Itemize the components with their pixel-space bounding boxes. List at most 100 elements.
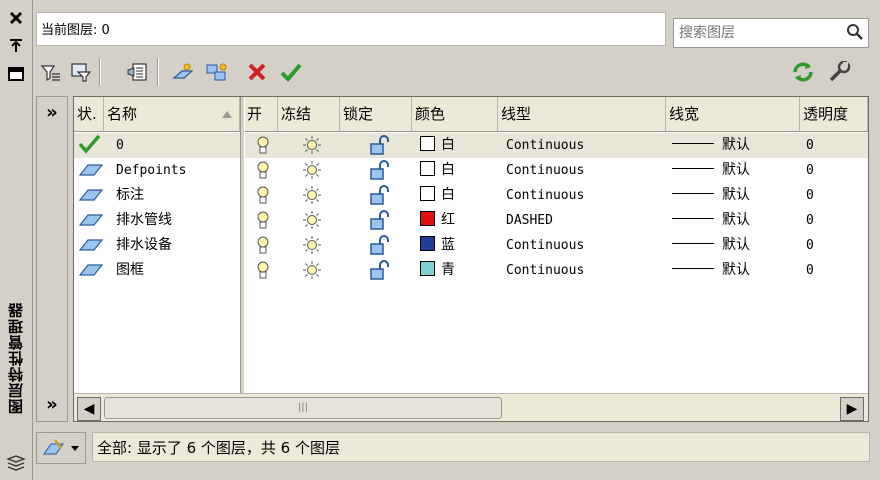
palette-title: 图层特性管理器 xyxy=(7,302,25,414)
table-row[interactable]: Defpoints 白 Continuous 默认 0 xyxy=(74,158,868,183)
col-status-header[interactable]: 状. xyxy=(74,97,104,131)
layer-linetype[interactable]: Continuous xyxy=(506,233,584,258)
thaw-sun-icon[interactable] xyxy=(302,135,322,160)
layer-color[interactable]: 白 xyxy=(420,183,455,208)
list-header: 状. 名称 开 冻结 锁定 颜色 线型 线宽 透明度 xyxy=(74,97,868,132)
layer-lineweight[interactable]: 默认 xyxy=(672,258,750,283)
filter-dropdown-button[interactable] xyxy=(36,432,86,464)
layer-transparency[interactable]: 0 xyxy=(806,183,814,208)
layer-lineweight[interactable]: 默认 xyxy=(672,183,750,208)
lightbulb-on-icon[interactable] xyxy=(256,135,270,160)
new-layer-icon[interactable] xyxy=(171,60,195,84)
layer-color[interactable]: 红 xyxy=(420,208,455,233)
layer-transparency[interactable]: 0 xyxy=(806,258,814,283)
search-input[interactable] xyxy=(677,22,841,44)
auto-hide-icon[interactable] xyxy=(6,36,26,56)
layer-name[interactable]: 图框 xyxy=(116,258,144,283)
layer-color[interactable]: 青 xyxy=(420,258,455,283)
layer-name[interactable]: 0 xyxy=(116,133,124,158)
current-layer-label: 当前图层: 0 xyxy=(41,23,110,38)
table-row[interactable]: 图框 青 Continuous 默认 0 xyxy=(74,258,868,283)
layer-transparency[interactable]: 0 xyxy=(806,133,814,158)
current-layer-display: 当前图层: 0 xyxy=(36,12,666,46)
color-name: 青 xyxy=(441,262,455,278)
col-name-header[interactable]: 名称 xyxy=(104,97,240,131)
col-freeze-header[interactable]: 冻结 xyxy=(278,97,340,131)
layer-lineweight[interactable]: 默认 xyxy=(672,158,750,183)
layer-linetype[interactable]: Continuous xyxy=(506,133,584,158)
col-on-header[interactable]: 开 xyxy=(244,97,278,131)
thaw-sun-icon[interactable] xyxy=(302,235,322,260)
expand-filter-tree-icon[interactable]: » xyxy=(41,101,63,123)
layer-name[interactable]: Defpoints xyxy=(116,158,186,183)
layer-lineweight[interactable]: 默认 xyxy=(672,133,750,158)
new-group-filter-icon[interactable] xyxy=(69,60,93,84)
color-swatch xyxy=(420,261,435,276)
delete-layer-icon[interactable] xyxy=(245,60,269,84)
scroll-left-icon[interactable]: ◀ xyxy=(77,397,101,421)
layer-linetype[interactable]: Continuous xyxy=(506,183,584,208)
new-property-filter-icon[interactable] xyxy=(39,60,63,84)
table-row[interactable]: 0 白 Continuous 默认 0 xyxy=(74,133,868,158)
color-name: 红 xyxy=(441,212,455,228)
layer-transparency[interactable]: 0 xyxy=(806,158,814,183)
expand-filter-tree-bottom-icon[interactable]: » xyxy=(41,393,63,415)
layer-linetype[interactable]: Continuous xyxy=(506,258,584,283)
status-text: 全部: 显示了 6 个图层，共 6 个图层 xyxy=(92,432,870,462)
lightbulb-on-icon[interactable] xyxy=(256,185,270,210)
layer-stack-icon xyxy=(6,452,26,472)
unlock-icon[interactable] xyxy=(368,184,392,209)
layer-linetype[interactable]: DASHED xyxy=(506,208,553,233)
lightbulb-on-icon[interactable] xyxy=(256,210,270,235)
properties-menu-icon[interactable] xyxy=(6,64,26,84)
refresh-icon[interactable] xyxy=(791,60,815,84)
col-linetype-header[interactable]: 线型 xyxy=(498,97,666,131)
layer-name[interactable]: 排水设备 xyxy=(116,233,172,258)
lightbulb-on-icon[interactable] xyxy=(256,235,270,260)
lineweight-value: 默认 xyxy=(722,212,750,228)
layer-name[interactable]: 标注 xyxy=(116,183,144,208)
thaw-sun-icon[interactable] xyxy=(302,185,322,210)
lineweight-sample xyxy=(672,218,714,219)
layer-lineweight[interactable]: 默认 xyxy=(672,233,750,258)
palette-title-bar[interactable]: 图层特性管理器 xyxy=(0,0,33,480)
horizontal-scrollbar[interactable]: ◀ ||| ▶ xyxy=(74,393,868,421)
settings-icon[interactable] xyxy=(827,60,851,84)
unlock-icon[interactable] xyxy=(368,159,392,184)
layer-color[interactable]: 白 xyxy=(420,133,455,158)
col-transparency-header[interactable]: 透明度 xyxy=(800,97,868,131)
col-lock-header[interactable]: 锁定 xyxy=(340,97,412,131)
layer-states-manager-icon[interactable] xyxy=(125,60,149,84)
lightbulb-on-icon[interactable] xyxy=(256,260,270,285)
thaw-sun-icon[interactable] xyxy=(302,160,322,185)
layer-color[interactable]: 蓝 xyxy=(420,233,455,258)
unlock-icon[interactable] xyxy=(368,234,392,259)
table-row[interactable]: 排水管线 红 DASHED 默认 0 xyxy=(74,208,868,233)
col-color-header[interactable]: 颜色 xyxy=(412,97,498,131)
thaw-sun-icon[interactable] xyxy=(302,210,322,235)
layer-linetype[interactable]: Continuous xyxy=(506,158,584,183)
layer-transparency[interactable]: 0 xyxy=(806,208,814,233)
frozen-column-divider[interactable] xyxy=(240,97,245,421)
layer-lineweight[interactable]: 默认 xyxy=(672,208,750,233)
table-row[interactable]: 排水设备 蓝 Continuous 默认 0 xyxy=(74,233,868,258)
current-layer-check-icon xyxy=(78,134,102,159)
unlock-icon[interactable] xyxy=(368,259,392,284)
new-layer-vp-frozen-icon[interactable] xyxy=(205,60,229,84)
search-box[interactable] xyxy=(673,18,869,48)
col-lineweight-header[interactable]: 线宽 xyxy=(666,97,800,131)
layer-name[interactable]: 排水管线 xyxy=(116,208,172,233)
unlock-icon[interactable] xyxy=(368,134,392,159)
search-icon[interactable] xyxy=(846,23,864,45)
layer-transparency[interactable]: 0 xyxy=(806,233,814,258)
scroll-thumb[interactable]: ||| xyxy=(104,397,502,419)
set-current-icon[interactable] xyxy=(279,60,303,84)
close-icon[interactable] xyxy=(6,8,26,28)
thaw-sun-icon[interactable] xyxy=(302,260,322,285)
unlock-icon[interactable] xyxy=(368,209,392,234)
table-row[interactable]: 标注 白 Continuous 默认 0 xyxy=(74,183,868,208)
scroll-right-icon[interactable]: ▶ xyxy=(840,397,864,421)
lineweight-value: 默认 xyxy=(722,262,750,278)
lightbulb-on-icon[interactable] xyxy=(256,160,270,185)
layer-color[interactable]: 白 xyxy=(420,158,455,183)
